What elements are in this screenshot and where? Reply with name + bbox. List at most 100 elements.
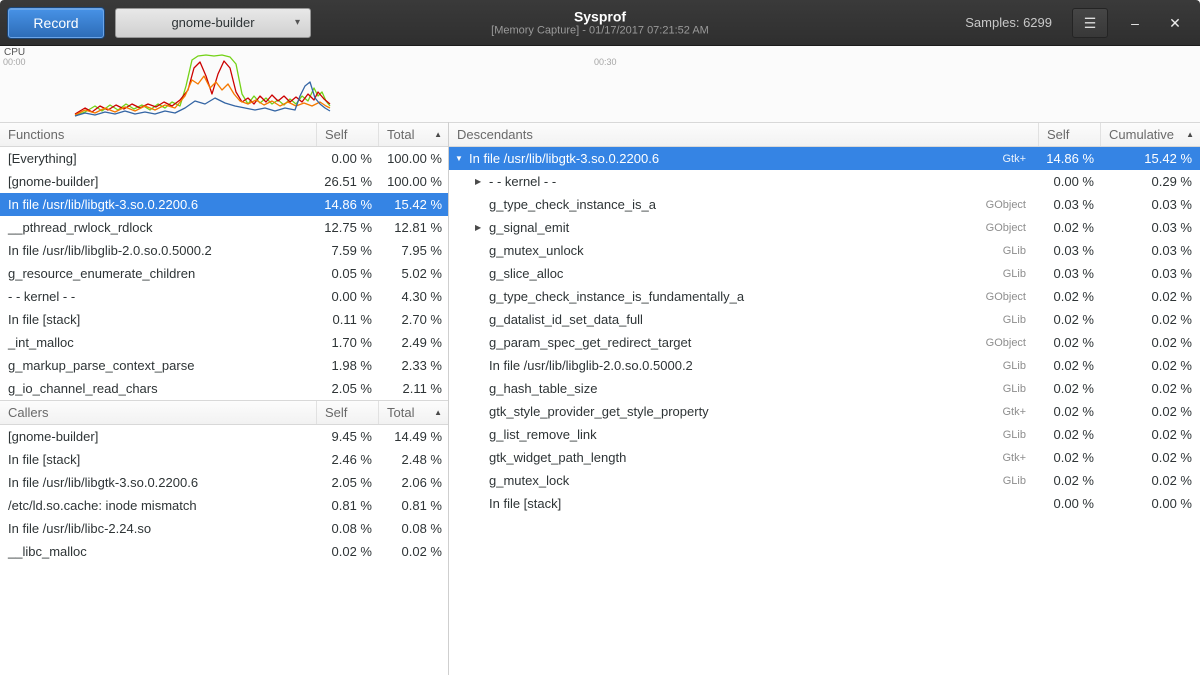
self-percent: 0.02 % xyxy=(1038,404,1100,419)
symbol-name: /etc/ld.so.cache: inode mismatch xyxy=(8,498,197,513)
cumulative-percent: 0.02 % xyxy=(1100,289,1200,304)
self-percent: 0.03 % xyxy=(1038,197,1100,212)
cpu-red-line xyxy=(75,61,330,114)
function-row[interactable]: In file [stack]0.11 %2.70 % xyxy=(0,308,448,331)
total-percent: 2.06 % xyxy=(378,475,448,490)
functions-column-header[interactable]: Functions xyxy=(0,123,316,146)
self-percent: 1.70 % xyxy=(316,335,378,350)
expander-open-icon[interactable]: ▼ xyxy=(455,154,469,163)
menu-button[interactable]: ☰ xyxy=(1072,8,1108,38)
descendant-row[interactable]: g_datalist_id_set_data_fullGLib0.02 %0.0… xyxy=(449,308,1200,331)
function-row[interactable]: g_markup_parse_context_parse1.98 %2.33 % xyxy=(0,354,448,377)
name-cell: ▶- - kernel - - xyxy=(449,174,1038,189)
close-button[interactable]: ✕ xyxy=(1162,8,1188,38)
callers-total-column-label: Total xyxy=(387,405,414,420)
symbol-name: gtk_widget_path_length xyxy=(489,450,626,465)
function-row[interactable]: g_resource_enumerate_children0.05 %5.02 … xyxy=(0,262,448,285)
function-row[interactable]: __pthread_rwlock_rdlock12.75 %12.81 % xyxy=(0,216,448,239)
caller-row[interactable]: In file [stack]2.46 %2.48 % xyxy=(0,448,448,471)
total-column-label: Total xyxy=(387,127,414,142)
symbol-name: In file [stack] xyxy=(8,452,80,467)
time-tick-mid: 00:30 xyxy=(594,57,617,67)
callers-column-header[interactable]: Callers xyxy=(0,401,316,424)
callers-self-column-header[interactable]: Self xyxy=(316,401,378,424)
header-right-group: Samples: 6299 ☰ – ✕ xyxy=(965,8,1192,38)
total-percent: 12.81 % xyxy=(378,220,448,235)
descendant-row[interactable]: gtk_widget_path_lengthGtk+0.02 %0.02 % xyxy=(449,446,1200,469)
descendant-row[interactable]: gtk_style_provider_get_style_propertyGtk… xyxy=(449,400,1200,423)
function-row[interactable]: In file /usr/lib/libgtk-3.so.0.2200.614.… xyxy=(0,193,448,216)
self-percent: 0.00 % xyxy=(316,151,378,166)
total-percent: 15.42 % xyxy=(378,197,448,212)
name-cell: /etc/ld.so.cache: inode mismatch xyxy=(0,498,316,513)
descendant-row[interactable]: g_param_spec_get_redirect_targetGObject0… xyxy=(449,331,1200,354)
self-column-header[interactable]: Self xyxy=(316,123,378,146)
function-row[interactable]: [Everything]0.00 %100.00 % xyxy=(0,147,448,170)
descendant-row[interactable]: g_mutex_unlockGLib0.03 %0.03 % xyxy=(449,239,1200,262)
function-row[interactable]: [gnome-builder]26.51 %100.00 % xyxy=(0,170,448,193)
caller-row[interactable]: __libc_malloc0.02 %0.02 % xyxy=(0,540,448,563)
functions-table-header: Functions Self Total ▲ xyxy=(0,122,448,147)
sort-indicator-icon: ▲ xyxy=(434,130,442,139)
cumulative-percent: 0.02 % xyxy=(1100,381,1200,396)
symbol-name: In file /usr/lib/libgtk-3.so.0.2200.6 xyxy=(469,151,659,166)
category-label: Gtk+ xyxy=(1002,153,1038,165)
expander-closed-icon[interactable]: ▶ xyxy=(475,223,489,232)
self-percent: 0.00 % xyxy=(316,289,378,304)
function-row[interactable]: - - kernel - -0.00 %4.30 % xyxy=(0,285,448,308)
caller-row[interactable]: [gnome-builder]9.45 %14.49 % xyxy=(0,425,448,448)
function-row[interactable]: In file /usr/lib/libglib-2.0.so.0.5000.2… xyxy=(0,239,448,262)
descendant-row[interactable]: g_mutex_lockGLib0.02 %0.02 % xyxy=(449,469,1200,492)
category-label: GLib xyxy=(1003,314,1038,326)
descendant-row[interactable]: ▶- - kernel - -0.00 %0.29 % xyxy=(449,170,1200,193)
total-column-header[interactable]: Total ▲ xyxy=(378,123,448,146)
category-label: GLib xyxy=(1003,383,1038,395)
expander-closed-icon[interactable]: ▶ xyxy=(475,177,489,186)
name-cell: gtk_widget_path_lengthGtk+ xyxy=(449,450,1038,465)
callers-table: [gnome-builder]9.45 %14.49 %In file [sta… xyxy=(0,425,448,563)
caller-row[interactable]: In file /usr/lib/libgtk-3.so.0.2200.62.0… xyxy=(0,471,448,494)
descendant-row[interactable]: ▼In file /usr/lib/libgtk-3.so.0.2200.6 Gt… xyxy=(449,147,1200,170)
self-percent: 0.02 % xyxy=(1038,473,1100,488)
descendant-row[interactable]: g_type_check_instance_is_aGObject0.03 %0… xyxy=(449,193,1200,216)
name-cell: - - kernel - - xyxy=(0,289,316,304)
total-percent: 7.95 % xyxy=(378,243,448,258)
function-row[interactable]: _int_malloc1.70 %2.49 % xyxy=(0,331,448,354)
caller-row[interactable]: /etc/ld.so.cache: inode mismatch0.81 %0.… xyxy=(0,494,448,517)
chevron-down-icon: ▾ xyxy=(295,17,300,28)
cumulative-percent: 0.03 % xyxy=(1100,197,1200,212)
total-percent: 0.02 % xyxy=(378,544,448,559)
descendant-row[interactable]: g_hash_table_sizeGLib0.02 %0.02 % xyxy=(449,377,1200,400)
descendant-row[interactable]: g_slice_allocGLib0.03 %0.03 % xyxy=(449,262,1200,285)
descendant-row[interactable]: g_list_remove_linkGLib0.02 %0.02 % xyxy=(449,423,1200,446)
descendant-row[interactable]: g_type_check_instance_is_fundamentally_a… xyxy=(449,285,1200,308)
function-row[interactable]: g_io_channel_read_chars2.05 %2.11 % xyxy=(0,377,448,400)
descendants-self-column-header[interactable]: Self xyxy=(1038,123,1100,146)
self-percent: 14.86 % xyxy=(1038,151,1100,166)
category-label: GObject xyxy=(986,337,1038,349)
process-selector[interactable]: gnome-builder ▾ xyxy=(115,8,311,38)
symbol-name: g_markup_parse_context_parse xyxy=(8,358,194,373)
name-cell: g_list_remove_linkGLib xyxy=(449,427,1038,442)
cpu-graph[interactable]: CPU 00:00 00:30 xyxy=(0,46,1200,122)
header-bar: Record gnome-builder ▾ Sysprof [Memory C… xyxy=(0,0,1200,46)
main-content: Functions Self Total ▲ [Everything]0.00 … xyxy=(0,122,1200,675)
self-percent: 26.51 % xyxy=(316,174,378,189)
name-cell: In file /usr/lib/libgtk-3.so.0.2200.6 xyxy=(0,197,316,212)
descendant-row[interactable]: ▶g_signal_emitGObject0.02 %0.03 % xyxy=(449,216,1200,239)
record-button[interactable]: Record xyxy=(8,8,104,38)
callers-total-column-header[interactable]: Total ▲ xyxy=(378,401,448,424)
descendant-row[interactable]: In file [stack]0.00 %0.00 % xyxy=(449,492,1200,515)
category-label: GLib xyxy=(1003,475,1038,487)
name-cell: __pthread_rwlock_rdlock xyxy=(0,220,316,235)
minimize-button[interactable]: – xyxy=(1122,8,1148,38)
total-percent: 0.08 % xyxy=(378,521,448,536)
descendant-row[interactable]: In file /usr/lib/libglib-2.0.so.0.5000.2… xyxy=(449,354,1200,377)
name-cell: gtk_style_provider_get_style_propertyGtk… xyxy=(449,404,1038,419)
symbol-name: __pthread_rwlock_rdlock xyxy=(8,220,153,235)
name-cell: In file [stack] xyxy=(449,496,1038,511)
caller-row[interactable]: In file /usr/lib/libc-2.24.so0.08 %0.08 … xyxy=(0,517,448,540)
cumulative-column-header[interactable]: Cumulative ▲ xyxy=(1100,123,1200,146)
symbol-name: g_param_spec_get_redirect_target xyxy=(489,335,691,350)
descendants-column-header[interactable]: Descendants xyxy=(449,123,1038,146)
